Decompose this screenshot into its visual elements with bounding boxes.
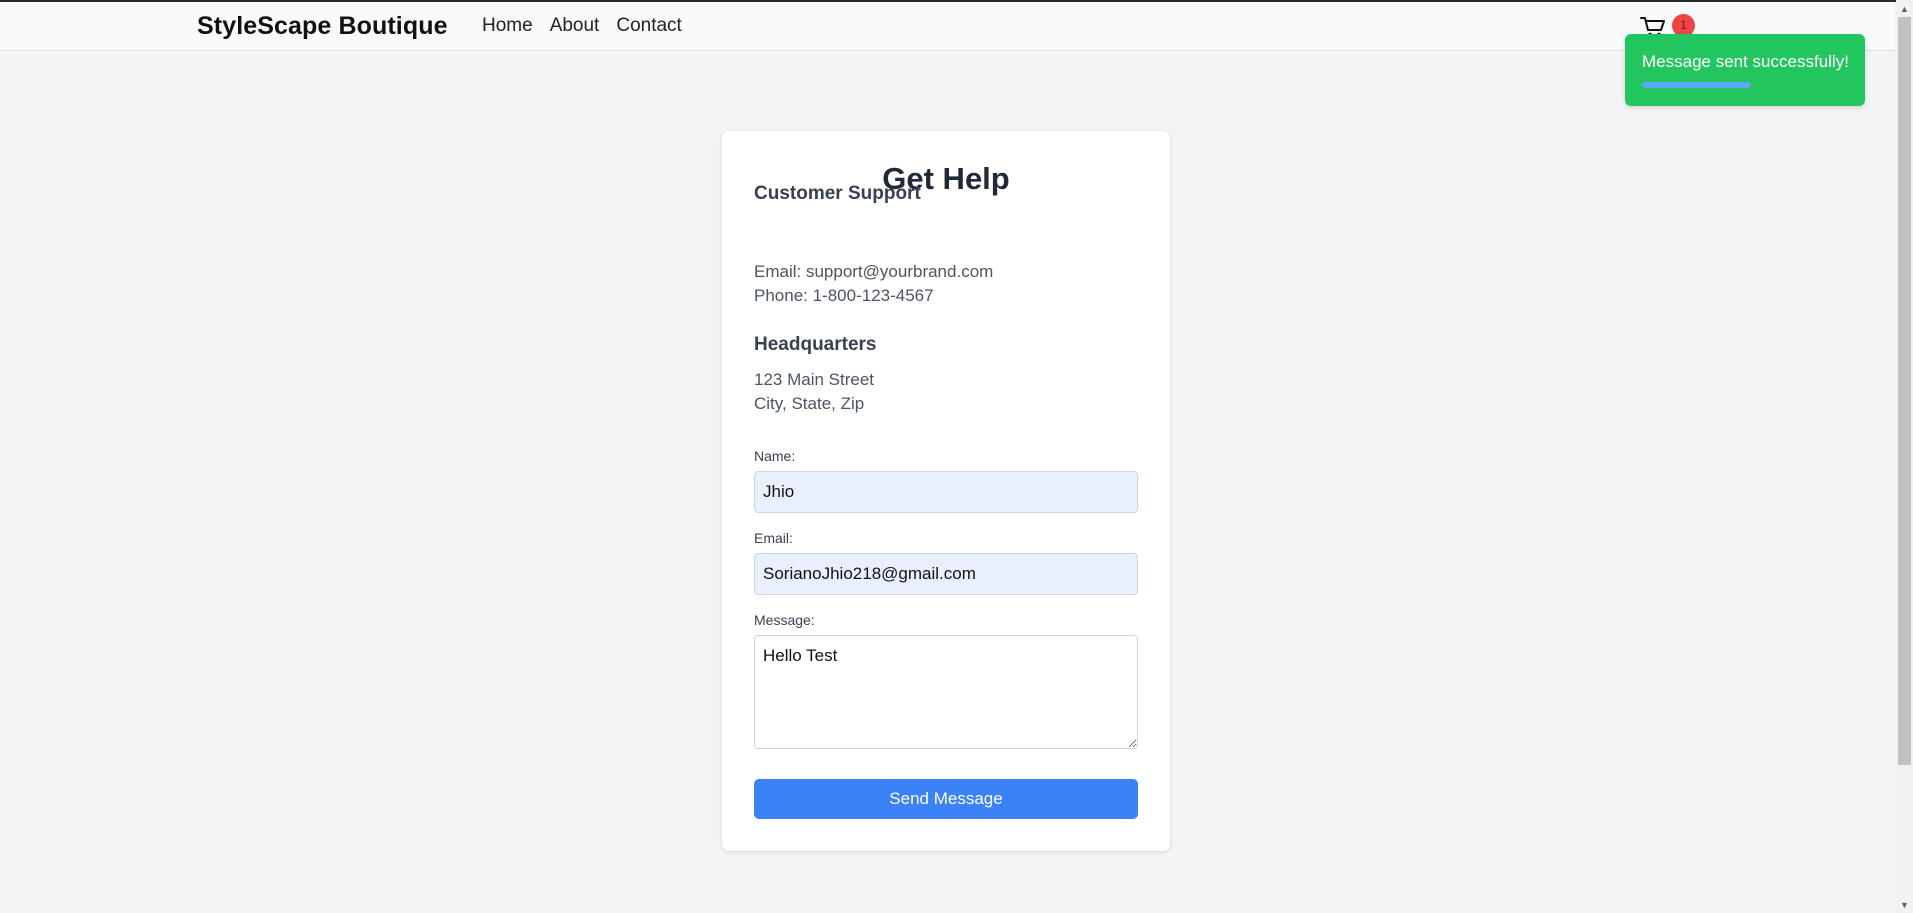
message-textarea[interactable]: Hello Test (754, 635, 1138, 749)
name-input[interactable] (754, 471, 1138, 513)
message-label: Message: (754, 612, 815, 628)
nav-link-contact[interactable]: Contact (616, 15, 681, 37)
success-toast[interactable]: Message sent successfully! (1625, 34, 1865, 106)
vertical-scrollbar[interactable]: ▲ ▼ (1896, 0, 1913, 913)
name-label: Name: (754, 448, 796, 464)
brand-logo[interactable]: StyleScape Boutique (197, 12, 448, 41)
page: StyleScape Boutique Home About Contact 1… (0, 0, 1913, 913)
address-line-2: City, State, Zip (754, 394, 865, 413)
support-email: Email: support@yourbrand.com (754, 262, 994, 281)
toast-message: Message sent successfully! (1642, 52, 1849, 71)
toast-progress-track (1642, 82, 1848, 88)
headquarters-heading: Headquarters (754, 334, 877, 355)
nav-links: Home About Contact (482, 15, 682, 37)
help-card: Get Help Customer Support Email: support… (722, 131, 1170, 851)
address-line-1: 123 Main Street (754, 370, 875, 389)
scroll-up-arrow-icon[interactable]: ▲ (1896, 0, 1913, 17)
scroll-down-arrow-icon[interactable]: ▼ (1896, 896, 1913, 913)
navbar: StyleScape Boutique Home About Contact 1 (0, 2, 1894, 51)
email-label: Email: (754, 530, 793, 546)
nav-link-about[interactable]: About (550, 15, 600, 37)
email-input[interactable] (754, 553, 1138, 595)
scrollbar-thumb[interactable] (1898, 17, 1911, 765)
nav-link-home[interactable]: Home (482, 15, 533, 37)
toast-progress-bar (1642, 82, 1752, 88)
support-phone: Phone: 1-800-123-4567 (754, 286, 934, 305)
send-message-button[interactable]: Send Message (754, 779, 1138, 819)
customer-support-heading: Customer Support (754, 183, 921, 204)
